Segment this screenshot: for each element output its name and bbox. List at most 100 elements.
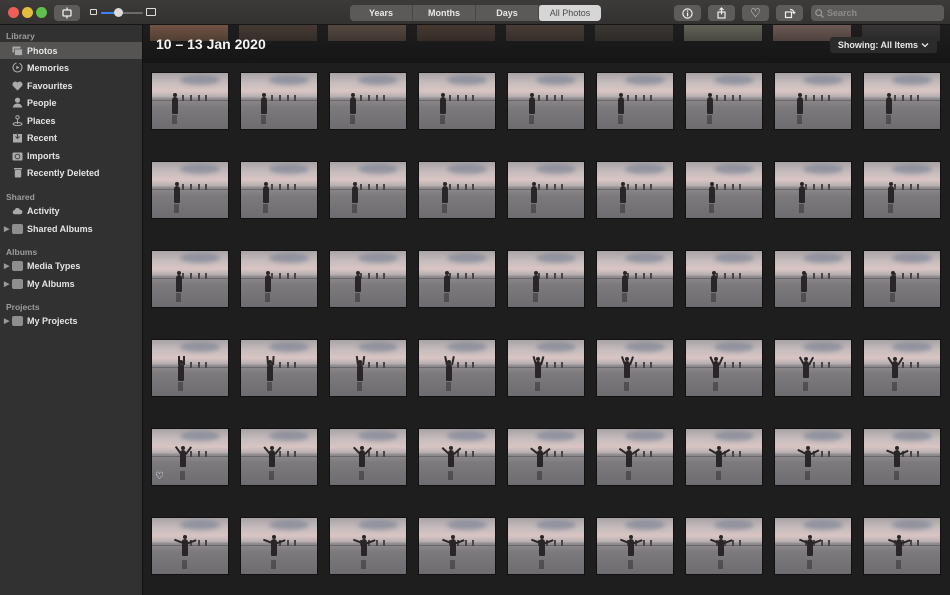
photo-thumbnail[interactable] [329, 517, 407, 575]
photo-thumbnail[interactable] [863, 428, 941, 486]
photo-thumbnail[interactable] [418, 339, 496, 397]
share-icon [717, 7, 726, 19]
photo-thumbnail[interactable] [863, 339, 941, 397]
photo-thumbnail[interactable] [596, 161, 674, 219]
photo-thumbnail[interactable] [685, 517, 763, 575]
photo-thumbnail[interactable] [863, 161, 941, 219]
large-thumbnail-icon [146, 8, 156, 16]
rotate-button[interactable] [776, 5, 803, 21]
search-input[interactable] [827, 8, 937, 18]
disclosure-triangle-icon[interactable]: ▶ [4, 262, 9, 270]
favourite-heart-icon: ♡ [155, 471, 164, 482]
photo-thumbnail[interactable] [240, 161, 318, 219]
sidebar-item-memories[interactable]: Memories [0, 59, 142, 76]
photo-thumbnail[interactable] [596, 250, 674, 308]
sidebar-item-shared-albums[interactable]: ▶ Shared Albums [0, 220, 142, 237]
photo-thumbnail[interactable] [863, 517, 941, 575]
sidebar-item-my-projects[interactable]: ▶ My Projects [0, 312, 142, 329]
favourite-button[interactable]: ♡ [742, 5, 769, 21]
search-field[interactable] [811, 5, 944, 21]
sidebar-item-activity[interactable]: Activity [0, 202, 142, 219]
photo-thumbnail[interactable] [329, 339, 407, 397]
photo-thumbnail[interactable] [329, 428, 407, 486]
sidebar-item-label: Memories [27, 62, 70, 73]
showing-filter-button[interactable]: Showing: All Items [829, 37, 937, 53]
info-button[interactable] [674, 5, 701, 21]
tab-days[interactable]: Days [476, 5, 539, 21]
maximize-button[interactable] [36, 7, 47, 18]
tab-years[interactable]: Years [350, 5, 413, 21]
sidebar-item-favourites[interactable]: Favourites [0, 77, 142, 94]
sidebar-item-recently-deleted[interactable]: Recently Deleted [0, 164, 142, 181]
photo-thumbnail[interactable] [774, 250, 852, 308]
photo-thumbnail[interactable] [240, 428, 318, 486]
tab-all-photos[interactable]: All Photos [539, 5, 601, 21]
photo-thumbnail[interactable] [774, 72, 852, 130]
sidebar-item-my-albums[interactable]: ▶ My Albums [0, 275, 142, 292]
photo-thumbnail[interactable] [240, 250, 318, 308]
close-button[interactable] [8, 7, 19, 18]
sidebar-item-label: People [27, 97, 57, 108]
photo-thumbnail[interactable] [596, 339, 674, 397]
photo-thumbnail[interactable] [685, 72, 763, 130]
share-button[interactable] [708, 5, 735, 21]
photo-thumbnail[interactable] [240, 339, 318, 397]
photo-thumbnail[interactable] [329, 161, 407, 219]
photo-thumbnail[interactable] [774, 161, 852, 219]
sidebar-item-label: Places [27, 115, 56, 126]
sidebar-item-label: Media Types [27, 260, 81, 271]
photo-thumbnail[interactable] [418, 250, 496, 308]
tab-months[interactable]: Months [413, 5, 476, 21]
titlebar: Years Months Days All Photos ♡ [0, 0, 950, 25]
photo-thumbnail[interactable] [507, 250, 585, 308]
sidebar-item-places[interactable]: Places [0, 112, 142, 129]
disclosure-triangle-icon[interactable]: ▶ [4, 317, 9, 325]
photo-thumbnail[interactable] [329, 250, 407, 308]
sidebar-item-people[interactable]: People [0, 94, 142, 111]
photo-thumbnail[interactable] [151, 517, 229, 575]
sidebar-item-label: Shared Albums [27, 223, 93, 234]
zoom-slider-knob[interactable] [113, 8, 123, 17]
photo-thumbnail[interactable]: ♡ [151, 428, 229, 486]
minimize-button[interactable] [22, 7, 33, 18]
photo-thumbnail[interactable] [685, 428, 763, 486]
photo-thumbnail[interactable] [685, 250, 763, 308]
disclosure-triangle-icon[interactable]: ▶ [4, 225, 9, 233]
photo-thumbnail[interactable] [151, 161, 229, 219]
disclosure-triangle-icon[interactable]: ▶ [4, 280, 9, 288]
photo-thumbnail[interactable] [418, 72, 496, 130]
photo-thumbnail[interactable] [151, 339, 229, 397]
photo-thumbnail[interactable] [418, 517, 496, 575]
photo-thumbnail[interactable] [418, 428, 496, 486]
photo-thumbnail[interactable] [507, 517, 585, 575]
photo-thumbnail[interactable] [507, 72, 585, 130]
photo-thumbnail[interactable] [151, 72, 229, 130]
cloud-icon [12, 205, 23, 216]
photo-thumbnail[interactable] [596, 428, 674, 486]
photo-thumbnail[interactable] [774, 517, 852, 575]
sidebar-item-media-types[interactable]: ▶ Media Types [0, 257, 142, 274]
memories-icon [12, 62, 23, 73]
sidebar-item-label: My Projects [27, 315, 78, 326]
sidebar-item-recent[interactable]: Recent [0, 129, 142, 146]
photo-thumbnail[interactable] [329, 72, 407, 130]
photo-thumbnail[interactable] [418, 161, 496, 219]
photo-thumbnail[interactable] [596, 517, 674, 575]
view-segmented-control: Years Months Days All Photos [350, 5, 601, 21]
sidebar-toggle-button[interactable] [54, 5, 80, 21]
photo-thumbnail[interactable] [774, 339, 852, 397]
photo-thumbnail[interactable] [240, 72, 318, 130]
photo-thumbnail[interactable] [685, 161, 763, 219]
photo-thumbnail[interactable] [507, 428, 585, 486]
sidebar-item-imports[interactable]: Imports [0, 147, 142, 164]
sidebar-item-photos[interactable]: Photos [0, 42, 142, 59]
photo-thumbnail[interactable] [863, 250, 941, 308]
photo-thumbnail[interactable] [507, 339, 585, 397]
photo-thumbnail[interactable] [685, 339, 763, 397]
photo-thumbnail[interactable] [596, 72, 674, 130]
photo-thumbnail[interactable] [774, 428, 852, 486]
photo-thumbnail[interactable] [863, 72, 941, 130]
photo-thumbnail[interactable] [151, 250, 229, 308]
photo-thumbnail[interactable] [507, 161, 585, 219]
photo-thumbnail[interactable] [240, 517, 318, 575]
